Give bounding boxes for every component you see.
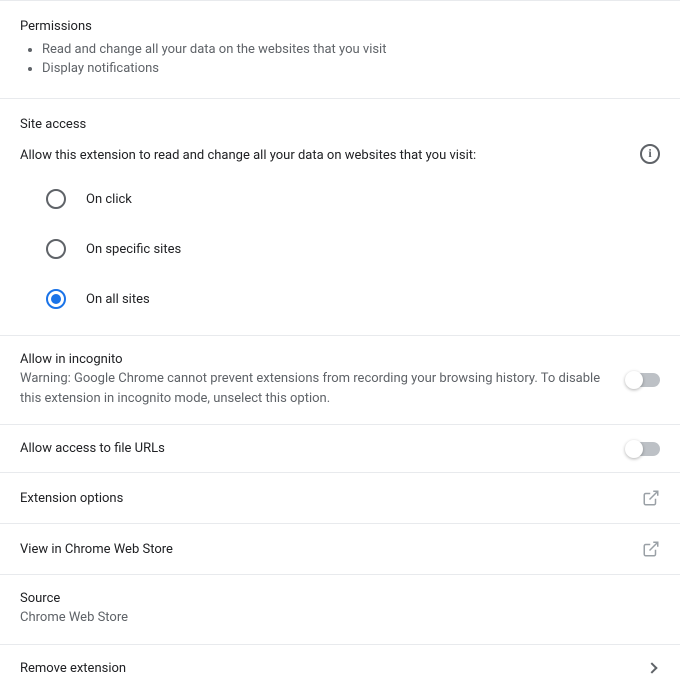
radio-icon [46,239,66,259]
toggle-knob [625,371,643,389]
allow-file-urls-row: Allow access to file URLs [0,424,680,472]
remove-extension-row[interactable]: Remove extension [0,644,680,692]
radio-label: On specific sites [86,242,181,257]
remove-extension-text: Remove extension [20,661,648,676]
site-access-title: Site access [20,117,660,132]
extension-options-title: Extension options [20,491,622,506]
chevron-right-icon [646,662,657,673]
allow-file-urls-toggle[interactable] [626,442,660,456]
radio-on-click[interactable]: On click [46,189,660,209]
radio-icon-selected [46,289,66,309]
permissions-title: Permissions [20,19,660,34]
info-icon[interactable]: i [640,144,660,164]
extension-options-row[interactable]: Extension options [0,472,680,523]
radio-on-specific-sites[interactable]: On specific sites [46,239,660,259]
source-value: Chrome Web Store [20,608,660,628]
view-store-text: View in Chrome Web Store [20,542,642,557]
source-title: Source [20,591,660,606]
radio-label: On all sites [86,292,150,307]
radio-label: On click [86,192,132,207]
open-external-icon [642,489,660,507]
radio-dot [51,294,61,304]
open-external-icon [642,540,660,558]
permissions-section: Permissions Read and change all your dat… [0,0,680,98]
allow-file-urls-text: Allow access to file URLs [20,441,626,456]
permissions-list: Read and change all your data on the web… [20,42,660,76]
permission-item: Display notifications [42,61,660,76]
site-access-radio-group: On click On specific sites On all sites [20,189,660,309]
toggle-knob [625,440,643,458]
allow-incognito-row: Allow in incognito Warning: Google Chrom… [0,335,680,424]
extension-options-text: Extension options [20,491,642,506]
allow-file-urls-title: Allow access to file URLs [20,441,606,456]
allow-incognito-toggle[interactable] [626,373,660,387]
source-section: Source Chrome Web Store [0,574,680,644]
site-access-header: Allow this extension to read and change … [20,140,660,167]
allow-incognito-text: Allow in incognito Warning: Google Chrom… [20,352,626,408]
remove-extension-title: Remove extension [20,661,628,676]
allow-incognito-title: Allow in incognito [20,352,606,367]
radio-on-all-sites[interactable]: On all sites [46,289,660,309]
view-store-row[interactable]: View in Chrome Web Store [0,523,680,574]
site-access-section: Site access Allow this extension to read… [0,98,680,335]
view-store-title: View in Chrome Web Store [20,542,622,557]
allow-incognito-subtitle: Warning: Google Chrome cannot prevent ex… [20,369,606,408]
site-access-description: Allow this extension to read and change … [20,148,476,163]
radio-icon [46,189,66,209]
permission-item: Read and change all your data on the web… [42,42,660,57]
